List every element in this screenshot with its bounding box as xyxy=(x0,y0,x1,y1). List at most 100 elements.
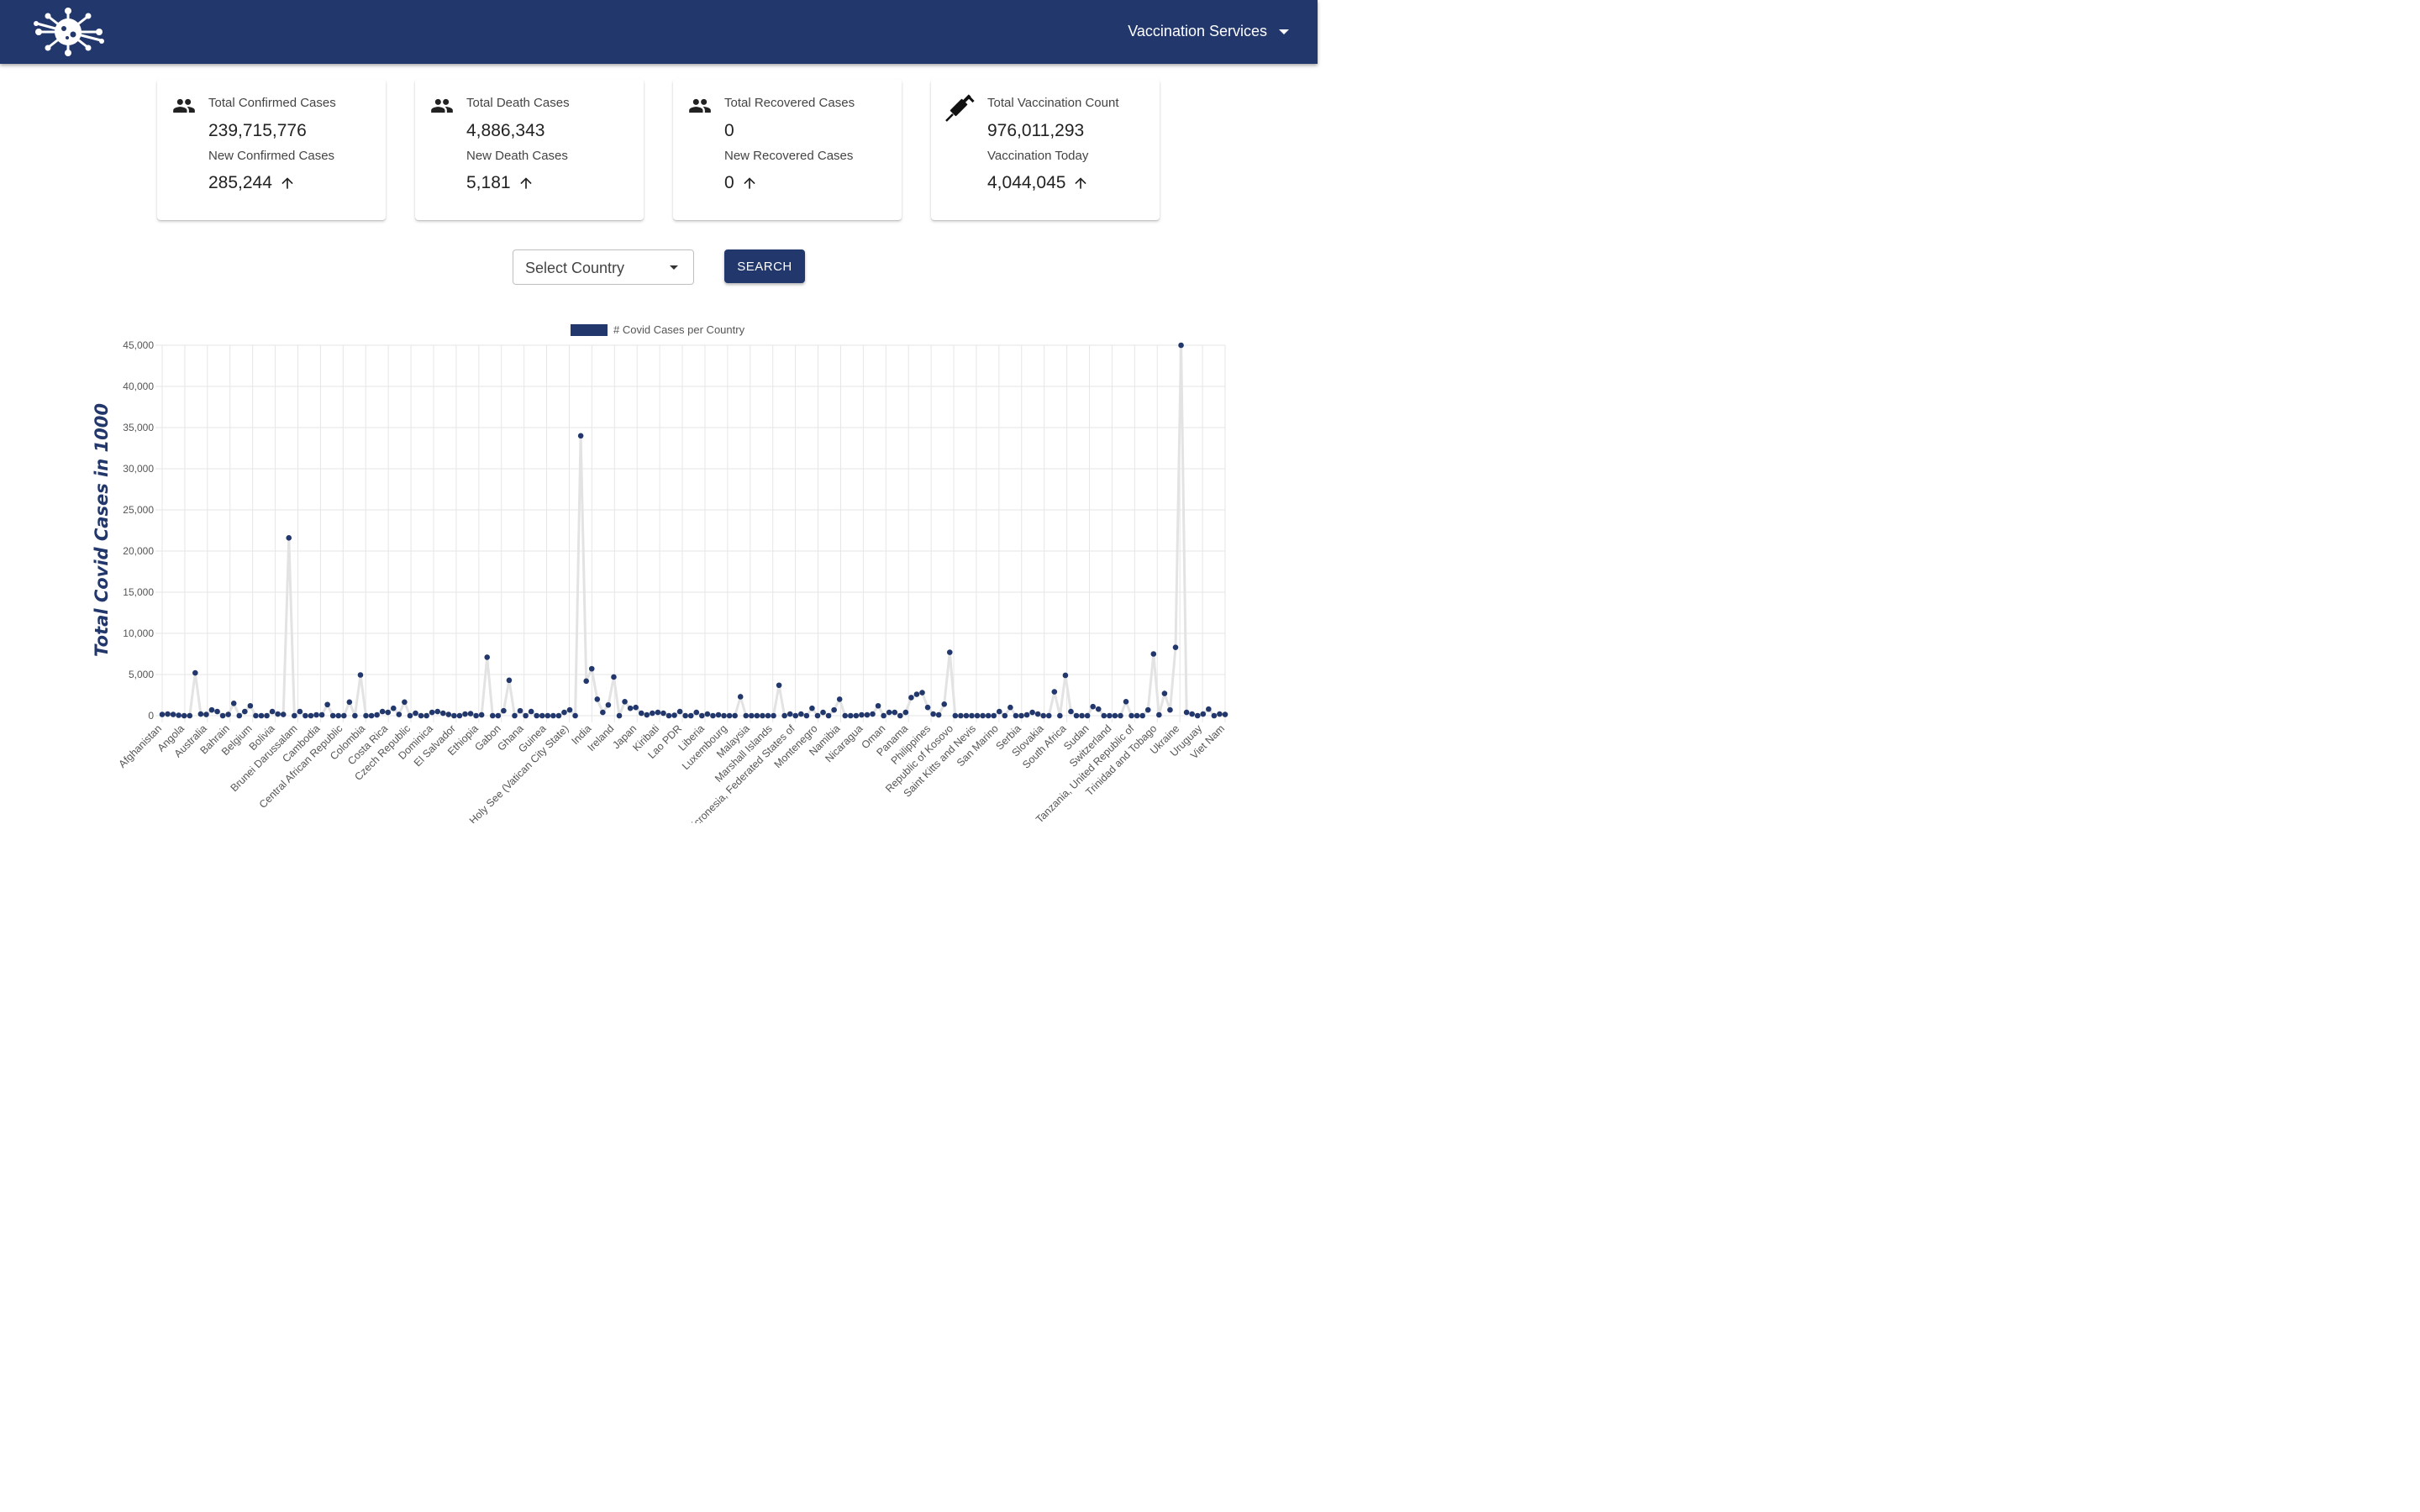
data-point[interactable] xyxy=(902,709,909,716)
data-point[interactable] xyxy=(881,712,886,719)
data-point[interactable] xyxy=(1167,706,1173,713)
data-point[interactable] xyxy=(396,711,402,717)
data-point[interactable] xyxy=(1178,342,1184,349)
data-point[interactable] xyxy=(1172,644,1179,650)
data-point[interactable] xyxy=(792,712,799,719)
data-point[interactable] xyxy=(577,433,584,439)
data-point[interactable] xyxy=(484,654,491,660)
data-point[interactable] xyxy=(368,712,375,719)
data-point[interactable] xyxy=(1034,711,1041,717)
data-point[interactable] xyxy=(605,701,612,708)
data-point[interactable] xyxy=(1112,712,1118,719)
data-point[interactable] xyxy=(534,712,539,719)
data-point[interactable] xyxy=(930,711,936,717)
data-point[interactable] xyxy=(302,712,308,719)
data-point[interactable] xyxy=(1144,706,1151,713)
data-point[interactable] xyxy=(208,706,215,713)
data-point[interactable] xyxy=(566,706,573,713)
data-point[interactable] xyxy=(280,711,287,717)
data-point[interactable] xyxy=(611,674,617,680)
data-point[interactable] xyxy=(214,708,220,715)
data-point[interactable] xyxy=(1118,712,1123,719)
data-point[interactable] xyxy=(269,708,276,715)
data-point[interactable] xyxy=(859,711,865,718)
data-point[interactable] xyxy=(1211,712,1218,719)
data-point[interactable] xyxy=(379,708,386,715)
data-point[interactable] xyxy=(848,712,854,719)
data-point[interactable] xyxy=(1128,712,1134,719)
data-point[interactable] xyxy=(1200,711,1207,717)
data-point[interactable] xyxy=(710,712,716,719)
data-point[interactable] xyxy=(402,699,408,706)
data-point[interactable] xyxy=(197,711,204,717)
data-point[interactable] xyxy=(1051,689,1058,695)
search-button[interactable]: SEARCH xyxy=(724,249,805,283)
data-point[interactable] xyxy=(666,712,672,719)
data-point[interactable] xyxy=(1013,712,1019,719)
data-point[interactable] xyxy=(297,708,303,715)
data-point[interactable] xyxy=(1073,712,1080,719)
data-point[interactable] xyxy=(467,711,474,717)
data-point[interactable] xyxy=(946,649,953,655)
data-point[interactable] xyxy=(170,711,176,717)
data-point[interactable] xyxy=(308,712,314,719)
data-point[interactable] xyxy=(765,712,771,719)
data-point[interactable] xyxy=(275,711,281,717)
data-point[interactable] xyxy=(650,710,655,717)
data-point[interactable] xyxy=(292,712,297,719)
data-point[interactable] xyxy=(853,712,860,719)
data-point[interactable] xyxy=(627,705,634,711)
data-point[interactable] xyxy=(407,712,413,719)
data-point[interactable] xyxy=(528,708,534,715)
data-point[interactable] xyxy=(1068,708,1074,715)
data-point[interactable] xyxy=(439,710,446,717)
data-point[interactable] xyxy=(786,711,793,717)
data-point[interactable] xyxy=(1045,712,1052,719)
data-point[interactable] xyxy=(671,712,677,718)
data-point[interactable] xyxy=(413,710,418,717)
data-point[interactable] xyxy=(633,704,639,711)
data-point[interactable] xyxy=(1189,711,1195,717)
data-point[interactable] xyxy=(159,711,166,717)
data-point[interactable] xyxy=(478,711,485,718)
data-point[interactable] xyxy=(318,711,325,718)
data-point[interactable] xyxy=(1222,711,1228,717)
data-point[interactable] xyxy=(506,677,513,684)
country-select[interactable]: Select Country xyxy=(513,249,694,285)
data-point[interactable] xyxy=(1002,712,1008,719)
data-point[interactable] xyxy=(352,712,358,719)
data-point[interactable] xyxy=(974,712,981,719)
data-point[interactable] xyxy=(357,672,364,678)
data-point[interactable] xyxy=(181,712,187,719)
data-point[interactable] xyxy=(385,709,392,716)
data-point[interactable] xyxy=(1134,712,1140,719)
data-point[interactable] xyxy=(473,712,479,719)
data-point[interactable] xyxy=(495,712,502,719)
data-point[interactable] xyxy=(462,711,468,717)
data-point[interactable] xyxy=(754,712,760,719)
data-point[interactable] xyxy=(870,711,876,717)
data-point[interactable] xyxy=(424,712,429,719)
data-point[interactable] xyxy=(588,665,595,672)
data-point[interactable] xyxy=(969,712,975,719)
data-point[interactable] xyxy=(958,712,964,719)
data-point[interactable] xyxy=(1079,712,1085,719)
data-point[interactable] xyxy=(390,705,397,711)
data-point[interactable] xyxy=(996,708,1002,715)
data-point[interactable] xyxy=(253,712,259,719)
data-point[interactable] xyxy=(264,712,270,719)
data-point[interactable] xyxy=(203,711,209,717)
data-point[interactable] xyxy=(809,705,815,711)
data-point[interactable] xyxy=(489,712,496,719)
data-point[interactable] xyxy=(721,712,727,719)
data-point[interactable] xyxy=(445,711,452,717)
data-point[interactable] xyxy=(682,712,688,719)
data-point[interactable] xyxy=(230,701,237,706)
data-point[interactable] xyxy=(897,712,903,719)
data-point[interactable] xyxy=(886,709,892,716)
data-point[interactable] xyxy=(726,712,733,719)
data-point[interactable] xyxy=(715,711,722,718)
data-point[interactable] xyxy=(771,712,776,719)
data-point[interactable] xyxy=(892,709,898,716)
data-point[interactable] xyxy=(924,704,931,711)
